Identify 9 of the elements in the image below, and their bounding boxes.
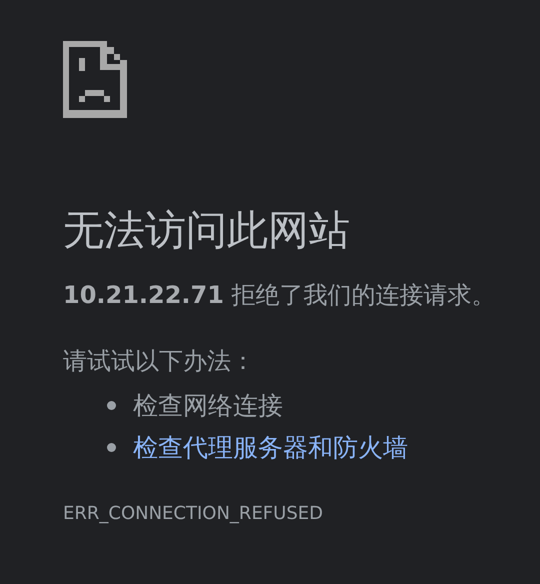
suggestions-heading: 请试试以下办法： [63, 346, 256, 377]
error-heading: 无法访问此网站 [63, 205, 351, 256]
sad-page-icon [63, 41, 127, 118]
error-code: ERR_CONNECTION_REFUSED [63, 502, 324, 526]
bullet-icon [107, 400, 116, 410]
error-message: 10.21.22.71 拒绝了我们的连接请求。 [63, 280, 497, 311]
suggestion-link[interactable]: 检查代理服务器和防火墙 [133, 430, 408, 464]
suggestion-text: 检查网络连接 [133, 390, 283, 422]
bullet-icon [107, 442, 116, 452]
